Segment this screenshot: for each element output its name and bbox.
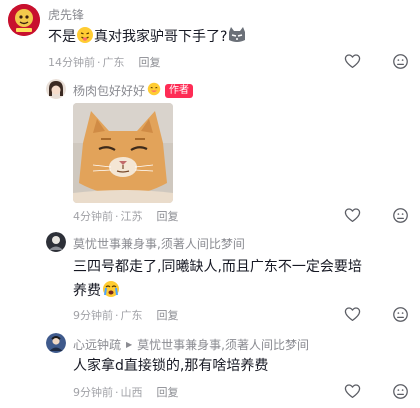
comment-meta: 9分钟前 · 广东 回复 (73, 307, 179, 323)
comment-location: 江苏 (120, 210, 143, 223)
like-heart-icon[interactable] (343, 382, 361, 400)
avatar[interactable] (46, 79, 66, 99)
comment-location: 山西 (120, 386, 143, 399)
crying-emoji-icon (102, 280, 120, 304)
comment-time: 14分钟前 (48, 56, 95, 69)
comment-meta: 14分钟前 · 广东 回复 (48, 54, 161, 70)
like-heart-icon[interactable] (343, 305, 361, 323)
dislike-face-icon[interactable] (391, 206, 409, 224)
reply-button[interactable]: 回复 (139, 54, 161, 70)
dislike-face-icon[interactable] (391, 382, 409, 400)
comment-text-line2: 养费 (73, 280, 120, 304)
comment-text-part: 真对我家驴哥下手了? (94, 29, 228, 45)
meta-separator: · (115, 209, 119, 223)
like-heart-icon[interactable] (343, 52, 361, 70)
comment-text-part: 不是 (48, 29, 76, 45)
comment-time: 9分钟前 (73, 309, 113, 322)
avatar[interactable] (46, 333, 66, 353)
cat-sticker-icon (227, 26, 247, 50)
dislike-face-icon[interactable] (391, 305, 409, 323)
comment-text-part: 养费 (73, 283, 101, 299)
reply-to-username[interactable]: 莫忧世事兼身事,须著人间比梦间 (137, 336, 309, 353)
meta-separator: · (97, 55, 101, 69)
comment-location: 广东 (120, 309, 143, 322)
comment-username[interactable]: 心远钟疏 (73, 336, 121, 353)
comment-username-row: 杨肉包好好好 作者 (73, 82, 194, 99)
reply-button[interactable]: 回复 (157, 384, 179, 400)
comment-meta: 9分钟前 · 山西 回复 (73, 384, 179, 400)
comment-username[interactable]: 莫忧世事兼身事,须著人间比梦间 (73, 235, 245, 252)
author-badge: 作者 (165, 83, 194, 98)
comment-username[interactable]: 虎先锋 (48, 6, 84, 23)
tongue-emoji-icon (76, 26, 94, 50)
reply-arrow-icon: ▶ (126, 340, 133, 349)
reply-button[interactable]: 回复 (157, 208, 179, 224)
comment-time: 9分钟前 (73, 386, 113, 399)
avatar[interactable] (46, 232, 66, 252)
meta-separator: · (115, 308, 119, 322)
comment-text: 不是 真对我家驴哥下手了? (48, 26, 247, 50)
meta-separator: · (115, 385, 119, 399)
comment-username[interactable]: 杨肉包好好好 (73, 82, 145, 99)
reply-button[interactable]: 回复 (157, 307, 179, 323)
comment-text: 人家拿d直接锁的,那有啥培养费 (73, 358, 269, 374)
comment-text: 三四号都走了,同曦缺人,而且广东不一定会要培 (73, 259, 362, 275)
avatar[interactable] (8, 4, 40, 36)
comment-username-row: 心远钟疏 ▶ 莫忧世事兼身事,须著人间比梦间 (73, 336, 309, 353)
comment-time: 4分钟前 (73, 210, 113, 223)
like-heart-icon[interactable] (343, 206, 361, 224)
cat-image[interactable] (73, 103, 173, 203)
dislike-face-icon[interactable] (391, 52, 409, 70)
comment-location: 广东 (102, 56, 125, 69)
grin-emoji-icon (147, 82, 161, 99)
comment-meta: 4分钟前 · 江苏 回复 (73, 208, 179, 224)
